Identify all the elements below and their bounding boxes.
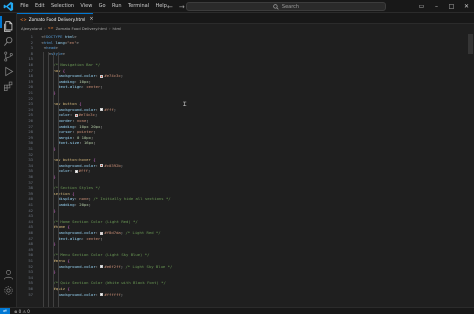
forward-arrow-icon[interactable]: →	[179, 3, 185, 11]
active-indicator	[0, 16, 2, 28]
indent-guide	[43, 52, 44, 307]
search-view-icon[interactable]	[3, 32, 14, 46]
status-bar: ⇌ ⊗ 0 ⚠ 0	[0, 307, 474, 314]
breadcrumb-symbol[interactable]: html	[113, 26, 122, 31]
back-arrow-icon[interactable]: ←	[167, 3, 173, 11]
tab-close-icon[interactable]: ×	[89, 16, 93, 22]
editor-tab-bar: <> Zomato Food Delivery.html ×	[17, 13, 474, 24]
breadcrumb: Ajeeyoland › <> Zomato Food Delivery.htm…	[17, 24, 474, 32]
breadcrumb-folder[interactable]: Ajeeyoland	[21, 26, 42, 31]
menu-view[interactable]: View	[77, 0, 95, 13]
history-nav: ← →	[167, 0, 185, 13]
layout-icon[interactable]: ▭	[414, 0, 429, 13]
chevron-right-icon: ›	[44, 25, 46, 31]
vscode-logo-icon	[3, 1, 14, 11]
extensions-icon[interactable]	[3, 77, 14, 91]
chevron-right-icon: ›	[108, 25, 111, 31]
indent-guide	[48, 52, 49, 307]
remote-indicator-icon[interactable]: ⇌	[0, 307, 10, 314]
explorer-icon[interactable]	[3, 17, 14, 32]
menu-edit[interactable]: Edit	[32, 0, 48, 13]
source-control-icon[interactable]	[3, 47, 14, 62]
tab-zomato-food-delivery[interactable]: <> Zomato Food Delivery.html ×	[17, 13, 94, 24]
close-window-icon[interactable]: ✕	[459, 0, 474, 13]
code-editor[interactable]: 1 <!DOCTYPE html> 2 <html lang="en"> 3 <head>…	[17, 32, 474, 307]
window-controls: ▭ – □ ✕	[414, 0, 474, 13]
editor-scrollbar[interactable]	[467, 32, 474, 307]
search-label: Search	[281, 3, 300, 10]
indent-guide	[53, 52, 54, 307]
problems-status[interactable]: ⊗ 0 ⚠ 0	[10, 309, 30, 314]
code-line[interactable]: 57 background-color: #ffffff;	[17, 292, 474, 298]
manage-gear-icon[interactable]	[3, 281, 14, 295]
html-file-icon: <>	[47, 26, 54, 30]
menu-selection[interactable]: Selection	[48, 0, 77, 13]
line-number: 57	[28, 291, 33, 297]
run-debug-icon[interactable]	[3, 62, 14, 77]
code-text: background-color: #ffffff;	[58, 291, 124, 297]
command-center-search[interactable]: Search	[186, 2, 386, 11]
html-file-icon: <>	[20, 16, 27, 22]
scrollbar-thumb[interactable]	[468, 34, 473, 54]
tab-label: Zomato Food Delivery.html	[28, 16, 86, 22]
menu-terminal[interactable]: Terminal	[125, 0, 153, 13]
mouse-cursor-icon: Ɪ	[183, 101, 187, 108]
minimize-icon[interactable]: –	[429, 0, 444, 13]
breadcrumb-file[interactable]: Zomato Food Delivery.html	[56, 26, 107, 31]
menu-file[interactable]: File	[17, 0, 32, 13]
accounts-icon[interactable]	[3, 265, 14, 280]
menu-go[interactable]: Go	[95, 0, 108, 13]
search-icon	[273, 3, 279, 10]
maximize-icon[interactable]: □	[444, 0, 459, 13]
indent-guide	[58, 52, 59, 307]
activity-bar	[0, 13, 17, 307]
menu-run[interactable]: Run	[109, 0, 125, 13]
